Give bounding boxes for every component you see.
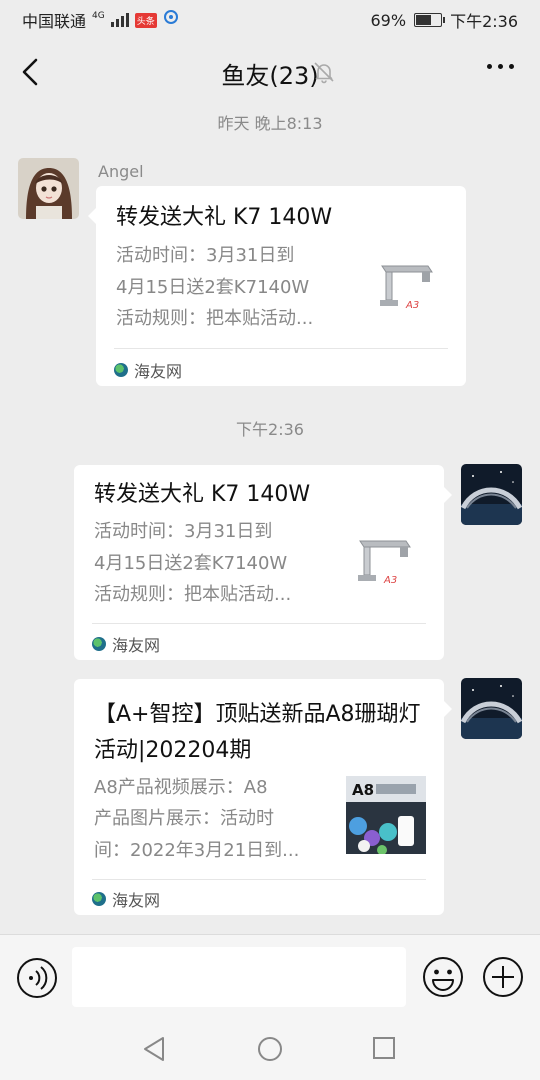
location-icon — [163, 10, 179, 30]
chat-header: 鱼友(23) — [0, 36, 540, 108]
site-logo-icon — [114, 363, 128, 377]
sender-name: Angel — [98, 162, 144, 181]
nav-home-button[interactable] — [257, 1036, 283, 1066]
card-desc-line: 活动时间：3月31日到 — [116, 245, 295, 266]
smiley-icon — [423, 957, 463, 997]
signal-icon — [110, 13, 129, 27]
card-thumbnail-coral-lamp: A8 — [346, 776, 426, 855]
card-desc-line: 活动规则：把本贴活动... — [116, 308, 314, 329]
bell-muted-icon — [312, 60, 336, 88]
chat-input-bar — [0, 934, 540, 1019]
card-thumbnail-lamp: A3 — [354, 533, 420, 599]
circle-home-icon — [258, 1037, 282, 1061]
card-divider — [92, 879, 426, 880]
voice-input-button[interactable] — [16, 957, 58, 1003]
carrier-label: 中国联通 — [22, 12, 87, 31]
timestamp: 下午2:36 — [236, 420, 304, 439]
thumb-label: A8 — [352, 781, 374, 799]
card-thumbnail-lamp: A3 — [376, 258, 442, 324]
card-desc-line: 4月15日送2套K7140W — [116, 277, 310, 298]
card-desc-line: 4月15日送2套K7140W — [94, 553, 288, 574]
card-title: 转发送大礼 K7 140W — [94, 482, 311, 507]
card-desc-line: 间：2022年3月21日到... — [94, 840, 300, 861]
card-title: 【A+智控】顶贴送新品A8珊瑚灯活动|202204期 — [94, 702, 421, 763]
chat-screen: 中国联通 4G 头条 69% 下午2:36 鱼友(23) 昨天 晚上8:13 A… — [0, 0, 540, 1080]
card-source: 海友网 — [92, 632, 160, 656]
site-logo-icon — [92, 892, 106, 906]
site-logo-icon — [92, 637, 106, 651]
avatar-angel[interactable] — [18, 158, 79, 219]
card-desc-line: 产品图片展示：活动时 — [94, 808, 274, 829]
square-recents-icon — [373, 1037, 395, 1059]
link-card-message[interactable]: 转发送大礼 K7 140W 活动时间：3月31日到 4月15日送2套K7140W… — [88, 186, 466, 386]
svg-text:A3: A3 — [405, 300, 419, 311]
card-divider — [92, 623, 426, 624]
battery-percent: 69% — [370, 10, 407, 30]
card-desc-line: 活动规则：把本贴活动... — [94, 584, 292, 605]
card-desc-line: 活动时间：3月31日到 — [94, 521, 273, 542]
avatar-self[interactable] — [461, 464, 522, 525]
card-desc-line: A8产品视频展示：A8 — [94, 777, 268, 798]
more-functions-button[interactable] — [482, 956, 524, 1002]
timestamp: 昨天 晚上8:13 — [217, 114, 323, 133]
link-card-message[interactable]: 【A+智控】顶贴送新品A8珊瑚灯活动|202204期 A8产品视频展示：A8 产… — [74, 679, 452, 915]
card-source-label: 海友网 — [112, 891, 161, 910]
battery-icon — [414, 13, 446, 27]
svg-text:A3: A3 — [383, 575, 397, 586]
card-source-label: 海友网 — [112, 636, 161, 655]
card-source-label: 海友网 — [134, 362, 183, 381]
plus-circle-icon — [483, 957, 523, 997]
nav-back-button[interactable] — [142, 1036, 166, 1066]
clock: 下午2:36 — [450, 12, 518, 31]
system-navigation-bar — [0, 1018, 540, 1080]
emoji-button[interactable] — [422, 956, 464, 1002]
more-button[interactable] — [487, 64, 514, 69]
link-card-message[interactable]: 转发送大礼 K7 140W 活动时间：3月31日到 4月15日送2套K7140W… — [74, 465, 452, 660]
card-source: 海友网 — [114, 358, 182, 382]
card-divider — [114, 348, 448, 349]
network-type: 4G — [92, 10, 105, 21]
message-input[interactable] — [72, 947, 406, 1007]
avatar-self[interactable] — [461, 678, 522, 739]
status-bar: 中国联通 4G 头条 69% 下午2:36 — [0, 0, 540, 36]
news-app-notification-icon: 头条 — [134, 12, 157, 28]
more-dots-icon — [487, 64, 492, 69]
triangle-back-icon — [144, 1037, 164, 1061]
voice-icon — [17, 958, 57, 998]
chat-title: 鱼友(23) — [221, 62, 319, 90]
card-source: 海友网 — [92, 887, 160, 911]
card-title: 转发送大礼 K7 140W — [116, 205, 333, 230]
nav-recents-button[interactable] — [372, 1036, 396, 1064]
